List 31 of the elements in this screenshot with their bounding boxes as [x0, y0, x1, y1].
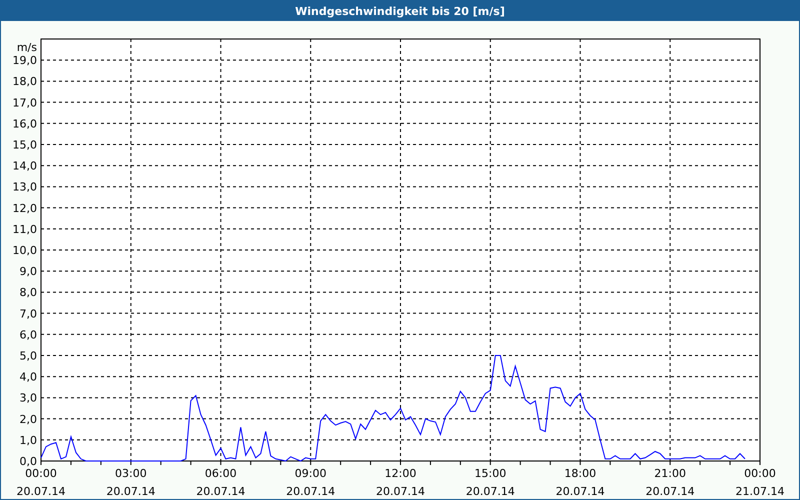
- y-axis-unit: m/s: [16, 41, 37, 54]
- y-tick-label: 17,0: [12, 96, 37, 110]
- y-tick-label: 10,0: [12, 244, 37, 257]
- y-tick-label: 6,0: [20, 328, 37, 342]
- x-tick-label: 03:00 20.07.14: [106, 467, 156, 498]
- x-tick-label: 06:00 20.07.14: [196, 467, 246, 498]
- y-tick-label: 1,0: [20, 434, 37, 447]
- y-tick-label: 3,0: [20, 392, 37, 405]
- x-tick-label: 12:00 20.07.14: [376, 467, 425, 498]
- y-tick-label: 0,0: [20, 455, 37, 468]
- y-tick-label: 8,0: [20, 286, 37, 300]
- y-tick-label: 11,0: [12, 222, 37, 236]
- y-tick-label: 16,0: [12, 117, 37, 130]
- y-tick-label: 14,0: [12, 160, 37, 173]
- y-tick-label: 13,0: [12, 180, 37, 194]
- y-tick-label: 7,0: [20, 307, 37, 320]
- y-tick-label: 15,0: [12, 138, 37, 152]
- x-tick-label: 18:00 20.07.14: [556, 467, 605, 498]
- x-tick-label: 09:00 20.07.14: [286, 467, 336, 498]
- y-tick-label: 19,0: [12, 54, 37, 68]
- x-tick-label: 00:00 20.07.14: [16, 467, 66, 498]
- window-title: Windgeschwindigkeit bis 20 [m/s]: [1, 1, 799, 21]
- x-tick-label: 15:00 20.07.14: [466, 467, 515, 498]
- x-tick-label: 21:00 20.07.14: [646, 467, 695, 498]
- y-tick-label: 12,0: [12, 202, 37, 215]
- y-tick-label: 18,0: [12, 75, 37, 88]
- y-tick-label: 9,0: [20, 265, 37, 278]
- y-tick-label: 4,0: [20, 370, 37, 384]
- x-tick-label: 00:00 21.07.14: [736, 467, 784, 498]
- y-tick-label: 5,0: [20, 350, 37, 362]
- y-tick-label: 2,0: [20, 412, 37, 426]
